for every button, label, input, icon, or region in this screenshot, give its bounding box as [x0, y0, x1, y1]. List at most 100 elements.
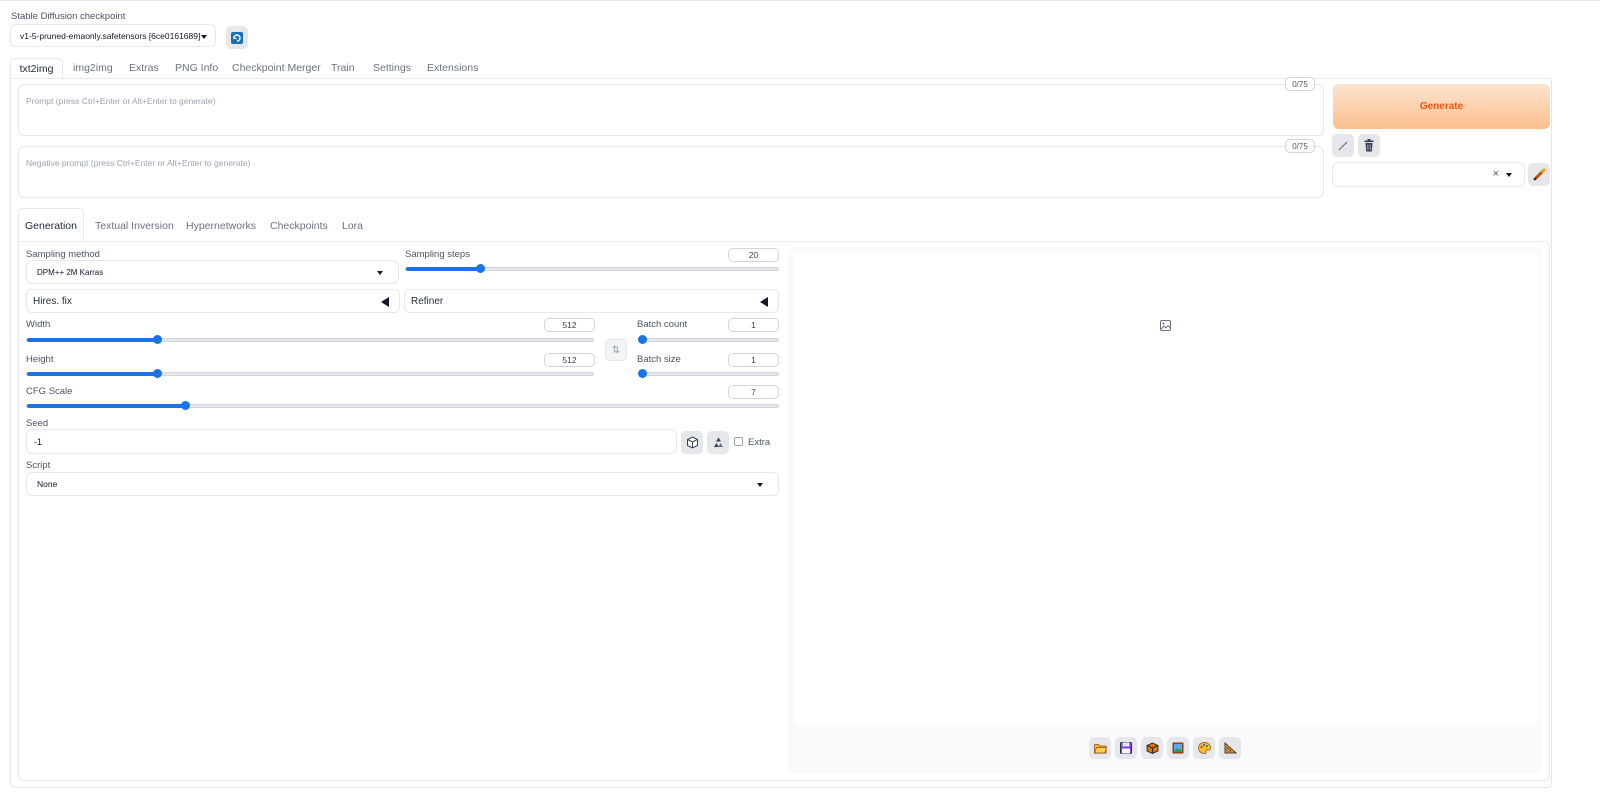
pencil-icon: [1533, 168, 1545, 181]
send-to-img2img-button[interactable]: [1167, 737, 1189, 759]
send-to-extras-button[interactable]: [1219, 737, 1241, 759]
slider-thumb[interactable]: [180, 401, 190, 410]
tab-extensions[interactable]: Extensions: [427, 62, 478, 74]
slider-fill: [27, 404, 185, 408]
slider-thumb[interactable]: [638, 335, 647, 344]
hires-fix-accordion[interactable]: Hires. fix: [26, 289, 400, 313]
sampling-steps-label: Sampling steps: [405, 249, 470, 260]
prompt-placeholder: Prompt (press Ctrl+Enter or Alt+Enter to…: [26, 96, 216, 106]
seed-label: Seed: [26, 418, 49, 429]
clear-styles-icon[interactable]: ×: [1493, 168, 1499, 180]
sampling-method-value: DPM++ 2M Karras: [37, 267, 104, 277]
prompt-token-counter: 0/75: [1285, 77, 1315, 91]
tab-img2img[interactable]: img2img: [73, 62, 113, 74]
open-folder-button[interactable]: [1089, 737, 1111, 759]
package-icon: [1146, 742, 1158, 754]
extra-seed-label: Extra: [748, 437, 771, 448]
save-button[interactable]: [1115, 737, 1137, 759]
arrow-diagonal-icon: [1338, 141, 1348, 150]
tab-lora[interactable]: Lora: [342, 220, 363, 232]
framed-picture-icon: [1172, 742, 1184, 754]
batch-count-slider[interactable]: [638, 335, 779, 344]
palette-icon: [1197, 742, 1211, 754]
refresh-checkpoint-button[interactable]: [226, 26, 248, 49]
styles-dropdown[interactable]: ×: [1332, 162, 1525, 187]
cfg-scale-label: CFG Scale: [26, 386, 73, 397]
tab-txt2img[interactable]: txt2img: [10, 58, 63, 79]
chevron-down-icon: [1506, 173, 1512, 177]
random-seed-button[interactable]: [681, 431, 703, 454]
batch-size-number[interactable]: 1: [728, 353, 779, 367]
tab-checkpoints[interactable]: Checkpoints: [270, 220, 328, 232]
tab-settings[interactable]: Settings: [373, 62, 411, 74]
slider-fill: [27, 372, 158, 376]
sampling-steps-slider[interactable]: [405, 264, 779, 273]
tab-textual-inversion[interactable]: Textual Inversion: [95, 220, 174, 232]
checkpoint-value: v1-5-pruned-emaonly.safetensors [6ce0161…: [20, 30, 201, 41]
negative-prompt-input[interactable]: Negative prompt (press Ctrl+Enter or Alt…: [18, 146, 1324, 198]
chevron-down-icon: [201, 35, 207, 39]
width-slider[interactable]: [26, 335, 594, 344]
cfg-scale-slider[interactable]: [26, 401, 779, 410]
checkpoint-label: Stable Diffusion checkpoint: [11, 11, 126, 22]
checkpoint-select[interactable]: v1-5-pruned-emaonly.safetensors [6ce0161…: [10, 24, 216, 47]
height-label: Height: [26, 354, 54, 365]
negative-prompt-token-counter: 0/75: [1285, 139, 1315, 153]
tab-generation[interactable]: Generation: [18, 208, 84, 242]
extra-seed-checkbox[interactable]: [734, 437, 743, 446]
tab-extras[interactable]: Extras: [129, 62, 159, 74]
refiner-label: Refiner: [411, 295, 444, 307]
refiner-accordion[interactable]: Refiner: [404, 289, 779, 313]
generate-button[interactable]: Generate: [1333, 84, 1550, 129]
chevron-down-icon: [757, 483, 763, 487]
script-label: Script: [26, 460, 51, 471]
prompt-input[interactable]: Prompt (press Ctrl+Enter or Alt+Enter to…: [18, 84, 1324, 136]
batch-count-label: Batch count: [637, 319, 688, 330]
tab-png-info[interactable]: PNG Info: [175, 62, 218, 74]
sampling-method-select[interactable]: DPM++ 2M Karras: [26, 260, 399, 284]
sampling-steps-number[interactable]: 20: [728, 248, 779, 262]
height-number[interactable]: 512: [544, 353, 595, 367]
output-gallery: [794, 253, 1538, 726]
tab-checkpoint-merger[interactable]: Checkpoint Merger: [232, 62, 321, 74]
chevron-down-icon: [377, 271, 383, 275]
triangular-ruler-icon: [1224, 742, 1237, 754]
tab-train[interactable]: Train: [331, 62, 355, 74]
save-zip-button[interactable]: [1141, 737, 1163, 759]
refresh-icon: [231, 31, 243, 44]
image-placeholder-icon: [1160, 320, 1171, 331]
edit-styles-button[interactable]: [1528, 163, 1550, 186]
slider-fill: [27, 338, 158, 342]
clear-prompt-button[interactable]: [1358, 134, 1380, 157]
tab-hypernetworks[interactable]: Hypernetworks: [186, 220, 256, 232]
negative-prompt-placeholder: Negative prompt (press Ctrl+Enter or Alt…: [26, 158, 251, 168]
collapse-arrow-icon: [381, 297, 389, 307]
batch-size-slider[interactable]: [638, 369, 779, 378]
top-border: [0, 0, 1600, 1]
read-params-button[interactable]: [1332, 134, 1354, 157]
main-tabs: txt2img img2img Extras PNG Info Checkpoi…: [10, 58, 1552, 79]
hires-fix-label: Hires. fix: [33, 295, 72, 307]
script-select[interactable]: None: [26, 472, 779, 496]
trash-icon: [1364, 139, 1374, 152]
recycle-icon: [713, 437, 723, 447]
height-slider[interactable]: [26, 369, 594, 378]
slider-fill: [406, 267, 481, 271]
floppy-disk-icon: [1120, 742, 1132, 754]
dice-icon: [686, 436, 698, 449]
seed-input[interactable]: -1: [26, 429, 677, 454]
collapse-arrow-icon: [760, 297, 768, 307]
cfg-scale-number[interactable]: 7: [728, 385, 779, 399]
folder-icon: [1093, 743, 1107, 753]
batch-count-number[interactable]: 1: [728, 318, 779, 332]
width-label: Width: [26, 319, 51, 330]
width-number[interactable]: 512: [544, 318, 595, 332]
sampling-method-label: Sampling method: [26, 249, 100, 260]
batch-size-label: Batch size: [637, 354, 681, 365]
send-to-inpaint-button[interactable]: [1193, 737, 1215, 759]
seed-value: -1: [34, 436, 43, 447]
reuse-seed-button[interactable]: [707, 431, 729, 454]
script-value: None: [37, 479, 58, 489]
slider-thumb[interactable]: [638, 369, 647, 378]
swap-dimensions-button[interactable]: ⇅: [605, 339, 627, 361]
